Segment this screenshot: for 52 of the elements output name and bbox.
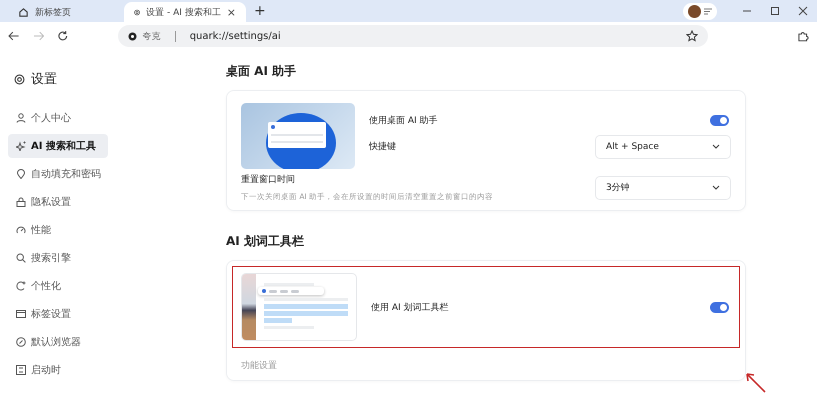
shortcut-dropdown[interactable]: Alt + Space <box>595 134 731 158</box>
browser-tab[interactable]: 设置 - AI 搜索和工 × <box>124 2 246 22</box>
sidebar-item[interactable]: 性能 <box>8 218 108 242</box>
address-field[interactable]: 夸克 quark://settings/ai <box>118 25 708 47</box>
window-icon <box>16 309 26 319</box>
toggle-switch[interactable] <box>710 302 729 312</box>
option-label: 快捷键 <box>369 140 396 153</box>
star-icon[interactable] <box>686 30 698 42</box>
settings-title: 设置 <box>31 71 57 88</box>
section-heading: AI 划词工具栏 <box>226 233 305 250</box>
lock-icon <box>16 197 26 207</box>
brush-icon <box>16 281 26 291</box>
section-heading: 桌面 AI 助手 <box>226 63 298 80</box>
sidebar-item[interactable]: AI 搜索和工具 <box>8 134 108 158</box>
person-icon <box>16 113 26 123</box>
browser-tab[interactable]: 新标签页 <box>8 2 118 22</box>
settings-icon <box>14 74 25 84</box>
reload-icon[interactable] <box>57 30 69 42</box>
gauge-icon <box>16 225 26 235</box>
close-tab-button[interactable]: × <box>226 6 236 18</box>
site-icon <box>128 32 137 40</box>
home-icon <box>18 6 29 18</box>
back-icon[interactable] <box>8 30 20 42</box>
new-tab-button[interactable]: + <box>254 3 266 19</box>
search-icon <box>16 253 26 263</box>
menu-icon <box>704 8 712 15</box>
option-label: 使用桌面 AI 助手 <box>369 114 438 126</box>
avatar-circle <box>688 5 701 18</box>
sidebar-item[interactable]: 自动填充和密码 <box>8 162 108 186</box>
time-dropdown[interactable]: 3分钟 <box>595 176 731 200</box>
toggle-switch[interactable] <box>710 114 729 126</box>
profile-button[interactable] <box>683 3 717 20</box>
extension-icon[interactable] <box>797 30 809 42</box>
subsection-label: 功能设置 <box>241 360 278 372</box>
sidebar-item[interactable]: 搜索引擎 <box>8 246 108 270</box>
close-icon[interactable] <box>798 6 808 16</box>
startup-icon <box>16 365 26 375</box>
option-label: 使用 AI 划词工具栏 <box>371 302 449 314</box>
option-label: 重置窗口时间 <box>241 174 296 186</box>
chevron-down-icon <box>712 144 720 149</box>
chevron-down-icon <box>712 185 720 190</box>
sidebar-item[interactable]: 隐私设置 <box>8 190 108 214</box>
compass-icon <box>16 337 26 347</box>
location-pin-icon <box>16 169 26 179</box>
sidebar-item[interactable]: 默认浏览器 <box>8 330 108 354</box>
sidebar-item[interactable]: 标签设置 <box>8 302 108 326</box>
sidebar-item[interactable]: 个人中心 <box>8 106 108 130</box>
sidebar-item[interactable]: 个性化 <box>8 274 108 298</box>
sidebar-item[interactable]: 启动时 <box>8 358 108 382</box>
annotation-arrow <box>744 371 766 393</box>
maximize-icon[interactable] <box>770 6 780 16</box>
sparkle-icon <box>16 141 26 151</box>
